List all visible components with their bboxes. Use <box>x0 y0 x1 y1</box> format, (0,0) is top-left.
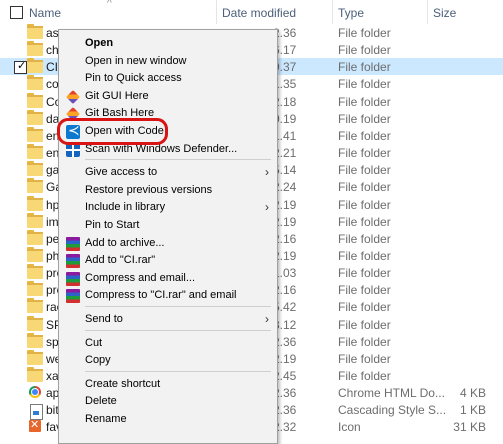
file-type: File folder <box>338 197 391 212</box>
folder-icon <box>27 315 43 331</box>
folder-icon <box>27 144 43 160</box>
menu-item-label: Restore previous versions <box>85 183 213 196</box>
file-type: File folder <box>338 300 391 315</box>
file-type: File folder <box>338 369 391 383</box>
folder-icon <box>27 246 43 262</box>
chevron-right-icon: › <box>265 312 269 326</box>
file-type: File folder <box>338 231 391 246</box>
menu-item-label: Send to <box>85 313 123 325</box>
winrar-icon <box>66 254 80 269</box>
menu-item-label: Compress and email... <box>85 271 196 284</box>
file-type: Icon <box>338 420 361 435</box>
header-type[interactable]: Type <box>338 6 364 20</box>
column-header: ^ Name Date modified Type Size <box>0 0 503 24</box>
header-divider <box>332 0 333 24</box>
menu-item-label: Give access to <box>85 166 158 179</box>
menu-item-compress-to-ci-rar-and-email[interactable]: Compress to "CI.rar" and email <box>59 286 277 306</box>
folder-icon <box>27 75 43 91</box>
file-type: File folder <box>338 283 391 298</box>
file-type: File folder <box>338 334 391 349</box>
header-size[interactable]: Size <box>433 6 456 20</box>
folder-icon <box>27 195 43 211</box>
menu-item-label: Cut <box>85 336 103 349</box>
sort-arrow-icon: ^ <box>107 0 112 9</box>
folder-icon <box>27 332 43 348</box>
folder-icon <box>27 298 43 314</box>
menu-item-label: Create shortcut <box>85 377 161 390</box>
row-checkbox[interactable]: ✓ <box>14 60 27 75</box>
folder-icon <box>27 264 43 280</box>
menu-separator <box>85 329 271 331</box>
folder-icon <box>27 24 43 39</box>
file-type: File folder <box>338 266 391 281</box>
menu-item-label: Compress to "CI.rar" and email <box>85 289 237 302</box>
header-divider <box>427 0 428 24</box>
file-size: 1 KB <box>459 403 486 418</box>
file-type: Cascading Style S... <box>338 403 447 418</box>
file-type: File folder <box>338 214 391 229</box>
context-menu: Open Open in new window Pin to Quick acces… <box>58 29 278 444</box>
file-name: CI <box>46 60 58 75</box>
header-divider <box>216 0 217 24</box>
chevron-right-icon: › <box>265 200 269 215</box>
file-type: File folder <box>338 43 391 58</box>
folder-icon <box>27 161 43 177</box>
menu-item-label: Rename <box>85 413 127 425</box>
menu-item-label: Git GUI Here <box>85 89 149 102</box>
menu-item-copy[interactable]: Copy <box>59 351 277 371</box>
file-type: File folder <box>338 146 391 161</box>
folder-icon <box>27 367 43 382</box>
menu-item-label: Open in new window <box>85 54 187 67</box>
menu-separator <box>85 306 271 307</box>
menu-item-label: Pin to Quick access <box>85 72 182 85</box>
chevron-right-icon: › <box>265 165 269 180</box>
winrar-icon <box>66 289 80 304</box>
menu-item-rename[interactable]: Rename <box>59 410 277 430</box>
menu-item-label: Open <box>85 37 114 49</box>
file-size: 31 KB <box>453 420 486 435</box>
winrar-icon <box>66 236 80 251</box>
folder-icon <box>27 109 43 125</box>
file-type: File folder <box>338 317 391 332</box>
folder-icon <box>27 281 43 297</box>
checkmark-icon: ✓ <box>17 60 27 73</box>
menu-item-label: Copy <box>85 354 111 367</box>
menu-item-label: Add to "CI.rar" <box>85 254 156 267</box>
annotation-highlight <box>57 118 168 145</box>
menu-item-label: Pin to Start <box>85 219 140 231</box>
menu-separator <box>85 370 271 372</box>
favicon-icon <box>29 418 41 433</box>
file-type: Chrome HTML Do... <box>338 386 445 401</box>
file-type: File folder <box>338 77 391 92</box>
git-icon <box>66 89 80 104</box>
menu-item-label: Add to archive... <box>85 236 165 249</box>
folder-icon <box>27 229 43 245</box>
menu-item-send-to[interactable]: Send to › <box>59 310 277 330</box>
chrome-icon <box>29 386 41 399</box>
menu-separator <box>85 159 271 161</box>
file-type: File folder <box>338 111 391 126</box>
folder-icon <box>27 92 43 108</box>
folder-icon <box>27 126 43 142</box>
folder-icon <box>27 212 43 228</box>
menu-item-label: Include in library <box>85 201 166 214</box>
folder-icon <box>27 58 43 74</box>
folder-icon <box>27 349 43 365</box>
winrar-icon <box>66 271 80 286</box>
folder-icon <box>27 178 43 194</box>
menu-item-label: Delete <box>85 395 117 408</box>
file-type: File folder <box>338 351 391 366</box>
file-type: File folder <box>338 163 391 178</box>
header-date-modified[interactable]: Date modified <box>222 6 296 20</box>
file-type: File folder <box>338 180 391 195</box>
folder-icon <box>27 41 43 57</box>
select-all-checkbox[interactable] <box>10 6 23 19</box>
file-type: File folder <box>338 128 391 143</box>
file-type: File folder <box>338 60 391 75</box>
file-size: 4 KB <box>459 386 486 401</box>
file-type: File folder <box>338 94 391 109</box>
file-type: File folder <box>338 248 391 263</box>
file-type: File folder <box>338 26 391 40</box>
header-name[interactable]: Name <box>29 6 61 20</box>
